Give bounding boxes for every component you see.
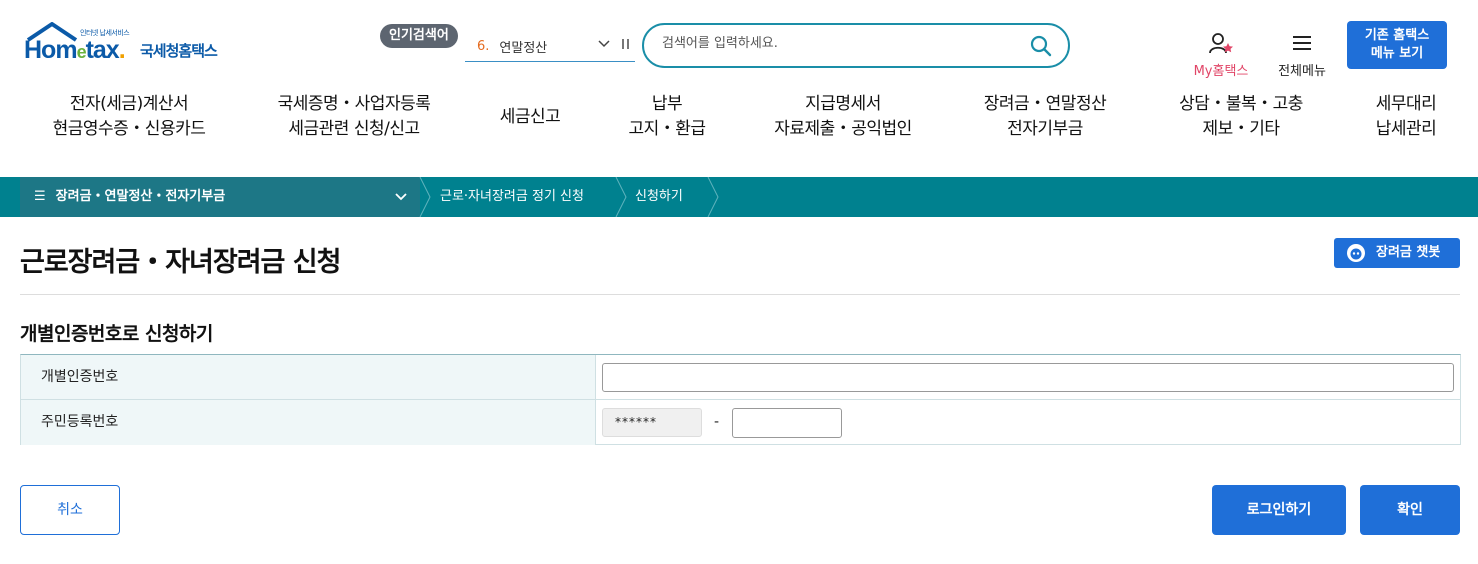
old-menu-view-button[interactable]: 기존 홈택스 메뉴 보기	[1347, 21, 1447, 69]
popular-keyword-rank: 6.	[477, 38, 490, 54]
chevron-down-icon[interactable]	[394, 177, 408, 233]
breadcrumb-level3[interactable]: 신청하기	[635, 177, 683, 217]
page-title: 근로장려금・자녀장려금 신청	[20, 247, 341, 278]
gnb-e-invoice[interactable]: 전자(세금)계산서 현금영수증・신용카드	[44, 92, 214, 142]
resident-number-front: ******	[602, 408, 702, 437]
popular-keyword-select[interactable]: 6. 연말정산	[465, 31, 635, 62]
pause-icon[interactable]	[621, 37, 631, 54]
chevron-down-icon[interactable]	[597, 37, 611, 55]
gnb-tax-agent[interactable]: 세무대리 납세관리	[1356, 92, 1456, 142]
hamburger-icon	[1293, 36, 1311, 50]
title-divider	[20, 294, 1460, 295]
user-icon	[1209, 33, 1233, 54]
hometax-logo[interactable]: 인터넷 납세서비스 Hometax. 국세청홈택스	[22, 22, 242, 72]
my-hometax-label: My홈택스	[1193, 64, 1249, 79]
gnb-incentive[interactable]: 장려금・연말정산 전자기부금	[970, 92, 1120, 142]
section-title: 개별인증번호로 신청하기	[20, 323, 213, 345]
gnb-payment[interactable]: 납부 고지・환급	[612, 92, 722, 142]
popular-search-badge: 인기검색어	[380, 24, 458, 48]
chatbot-icon	[1347, 244, 1365, 262]
global-navigation: 전자(세금)계산서 현금영수증・신용카드 국세증명・사업자등록 세금관련 신청/신고…	[0, 92, 1478, 148]
form-row-resident-number: 주민등록번호 ****** -	[21, 400, 1460, 445]
resident-number-label: 주민등록번호	[21, 400, 596, 445]
gnb-certificate[interactable]: 국세증명・사업자등록 세금관련 신청/신고	[262, 92, 446, 142]
breadcrumb-level2[interactable]: 근로·자녀장려금 정기 신청	[440, 177, 584, 217]
form-row-auth-number: 개별인증번호	[21, 355, 1460, 400]
logo-korean-name: 국세청홈택스	[140, 42, 218, 60]
confirm-button[interactable]: 확인	[1360, 485, 1460, 535]
menu-icon: ☰	[34, 189, 46, 204]
auth-number-input[interactable]	[602, 363, 1454, 392]
resident-number-back-input[interactable]	[732, 408, 842, 438]
auth-number-label: 개별인증번호	[21, 355, 596, 399]
breadcrumb: ☰ 장려금・연말정산・전자기부금 근로·자녀장려금 정기 신청 신청하기	[0, 177, 1478, 217]
breadcrumb-separator	[707, 177, 719, 217]
chatbot-button[interactable]: 장려금 챗봇	[1334, 238, 1460, 268]
auth-form-table: 개별인증번호 주민등록번호 ****** -	[20, 354, 1461, 445]
gnb-tax-report[interactable]: 세금신고	[480, 105, 580, 130]
all-menu-label: 전체메뉴	[1278, 64, 1326, 79]
cancel-button[interactable]: 취소	[20, 485, 120, 535]
search-input[interactable]	[662, 36, 1022, 51]
breadcrumb-separator	[615, 177, 627, 217]
login-button[interactable]: 로그인하기	[1212, 485, 1346, 535]
breadcrumb-menu-select[interactable]: ☰ 장려금・연말정산・전자기부금	[20, 177, 420, 217]
logo-wordmark: Hometax.	[24, 36, 126, 64]
popular-keyword[interactable]: 연말정산	[499, 37, 547, 56]
breadcrumb-separator	[419, 177, 431, 217]
search-icon[interactable]	[1030, 35, 1052, 57]
my-hometax-link[interactable]: My홈택스	[1186, 32, 1256, 79]
gnb-payment-statement[interactable]: 지급명세서 자료제출・공익법인	[760, 92, 926, 142]
resident-number-dash: -	[714, 414, 720, 430]
all-menu-button[interactable]: 전체메뉴	[1272, 32, 1332, 79]
search-box	[642, 23, 1070, 68]
gnb-consulting[interactable]: 상담・불복・고충 제보・기타	[1166, 92, 1316, 142]
